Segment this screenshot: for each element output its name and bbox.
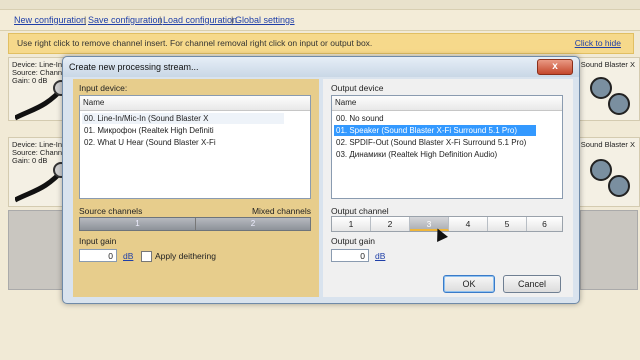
output-device-item[interactable]: 03. Динамики (Realtek High Definition Au… — [334, 149, 536, 160]
output-channel-button[interactable]: 2 — [371, 217, 410, 231]
input-device-item[interactable]: 00. Line-In/Mic-In (Sound Blaster X — [82, 113, 284, 124]
background-panel — [8, 210, 66, 290]
global-settings-link[interactable]: Global settings — [235, 15, 295, 25]
output-device-item[interactable]: 02. SPDIF-Out (Sound Blaster X-Fi Surrou… — [334, 137, 536, 148]
close-button[interactable]: x — [537, 59, 573, 75]
column-header-label: Name — [83, 98, 105, 107]
apply-dithering-checkbox[interactable] — [141, 251, 152, 262]
output-device-item[interactable]: 01. Speaker (Sound Blaster X-Fi Surround… — [334, 125, 536, 136]
menu-separator: | — [159, 15, 162, 25]
output-channel-label: Output channel — [331, 206, 389, 216]
output-gain-label: Output gain — [331, 236, 375, 246]
speaker-jack-icon — [590, 159, 630, 197]
top-strip — [0, 0, 640, 10]
input-device-item[interactable]: 01. Микрофон (Realtek High Definiti — [82, 125, 284, 136]
mixed-channels-label: Mixed channels — [251, 206, 311, 216]
load-configuration-link[interactable]: Load configuration — [163, 15, 237, 25]
list-column-header[interactable]: Name — [332, 96, 562, 111]
output-gain-unit-link[interactable]: dB — [375, 251, 385, 261]
output-channel-selector[interactable]: 1 2 3 4 5 6 — [331, 216, 563, 232]
menu-separator: | — [84, 15, 87, 25]
ok-button[interactable]: OK — [443, 275, 495, 293]
input-gain-field[interactable]: 0 — [79, 249, 117, 262]
speaker-jack-icon — [590, 77, 630, 115]
source-channel-selector[interactable]: 1 2 — [79, 217, 311, 231]
save-configuration-link[interactable]: Save configuration — [88, 15, 163, 25]
output-channel-button[interactable]: 5 — [488, 217, 527, 231]
output-device-label: Output device — [331, 83, 384, 93]
xlr-cable-icon — [15, 80, 67, 121]
input-channel-card[interactable]: Device: Line-In/ Source: Channe Gain: 0 … — [8, 137, 68, 207]
output-channel-card[interactable]: Sound Blaster X — [578, 57, 640, 121]
output-gain-field[interactable]: 0 — [331, 249, 369, 262]
column-header-label: Name — [335, 98, 357, 107]
output-channel-button[interactable]: 1 — [332, 217, 371, 231]
input-device-item[interactable]: 02. What U Hear (Sound Blaster X-Fi — [82, 137, 284, 148]
list-column-header[interactable]: Name — [80, 96, 310, 111]
info-bar: Use right click to remove channel insert… — [8, 33, 634, 54]
input-device-label: Input device: — [79, 83, 128, 93]
output-channel-button[interactable]: 4 — [449, 217, 488, 231]
source-channel-button[interactable]: 2 — [196, 218, 310, 230]
dialog-titlebar[interactable]: Create new processing stream... x — [63, 57, 579, 77]
output-device-text: Sound Blaster X — [580, 60, 635, 69]
info-message: Use right click to remove channel insert… — [17, 38, 373, 48]
output-channel-card[interactable]: Sound Blaster X — [578, 137, 640, 207]
create-stream-dialog: Create new processing stream... x Input … — [62, 56, 580, 304]
xlr-cable-icon — [15, 162, 67, 203]
output-pane: Output device Name 00. No sound 01. Spea… — [323, 79, 573, 297]
output-channel-button[interactable]: 6 — [527, 217, 562, 231]
output-device-text: Sound Blaster X — [580, 140, 635, 149]
new-configuration-link[interactable]: New configuration — [14, 15, 86, 25]
background-panel — [580, 210, 638, 290]
input-device-list[interactable]: Name 00. Line-In/Mic-In (Sound Blaster X… — [79, 95, 311, 199]
menu-separator: | — [231, 15, 234, 25]
dialog-title: Create new processing stream... — [69, 62, 199, 72]
input-gain-unit-link[interactable]: dB — [123, 251, 133, 261]
input-gain-label: Input gain — [79, 236, 117, 246]
dialog-body: Input device: Name 00. Line-In/Mic-In (S… — [73, 79, 573, 297]
cancel-button[interactable]: Cancel — [503, 275, 561, 293]
apply-dithering-label: Apply deithering — [155, 251, 216, 261]
source-channel-button[interactable]: 1 — [80, 218, 196, 230]
input-channel-card[interactable]: Device: Line-In/ Source: Channe Gain: 0 … — [8, 57, 68, 121]
source-channels-label: Source channels — [79, 206, 143, 216]
output-device-list[interactable]: Name 00. No sound 01. Speaker (Sound Bla… — [331, 95, 563, 199]
output-device-item[interactable]: 00. No sound — [334, 113, 536, 124]
hide-info-link[interactable]: Click to hide — [575, 38, 621, 48]
menu-bar: New configuration | Save configuration |… — [0, 10, 640, 31]
input-pane: Input device: Name 00. Line-In/Mic-In (S… — [73, 79, 319, 297]
